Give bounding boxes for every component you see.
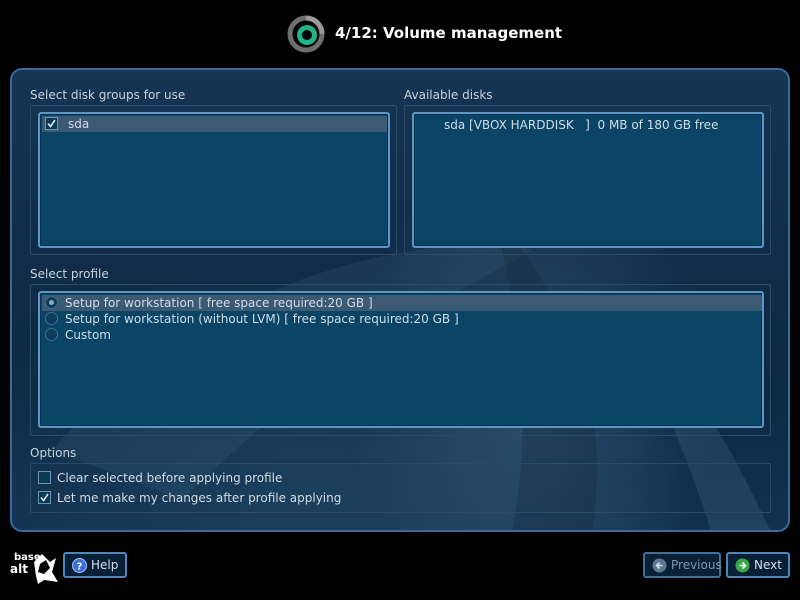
disk-groups-list[interactable]: sda [38,112,390,248]
disk-group-label: sda [68,117,90,131]
profile-list[interactable]: Setup for workstation [ free space requi… [38,291,764,428]
select-profile-label: Select profile [30,267,109,281]
profile-radio[interactable] [45,312,58,325]
help-button[interactable]: ? Help [63,552,127,578]
previous-button-label: Previous [671,558,722,572]
profile-label: Setup for workstation [ free space requi… [65,296,373,310]
header: 4/12: Volume management [0,0,800,66]
svg-text:?: ? [77,561,83,572]
previous-button[interactable]: Previous [643,552,722,578]
next-button[interactable]: Next [726,552,790,578]
basealt-logo: base alt [8,546,60,586]
disk-group-checkbox[interactable] [45,117,58,130]
help-button-label: Help [91,558,119,572]
checkmark-icon [47,119,56,128]
available-disk-label: sda [VBOX HARDDISK ] 0 MB of 180 GB free [444,118,719,132]
page-title: 4/12: Volume management [335,24,563,42]
clear-selected-checkbox[interactable] [38,471,51,484]
manual-changes-checkbox[interactable] [38,491,51,504]
arrow-right-icon [735,558,750,573]
profile-label: Custom [65,328,111,342]
options-label: Options [30,446,77,460]
installer-ring-icon [287,15,325,53]
profile-label: Setup for workstation (without LVM) [ fr… [65,312,459,326]
list-item[interactable]: Setup for workstation (without LVM) [ fr… [42,311,762,327]
list-item[interactable]: Custom [42,327,762,343]
list-item[interactable]: Setup for workstation [ free space requi… [42,295,762,311]
logo-text-alt: alt [10,562,28,576]
profile-radio[interactable] [45,328,58,341]
main-panel: Select disk groups for use sda Available… [10,68,790,532]
list-item[interactable]: sda [VBOX HARDDISK ] 0 MB of 180 GB free [416,117,761,133]
list-item[interactable]: sda [42,116,387,132]
next-button-label: Next [754,558,782,572]
help-icon: ? [72,557,87,573]
profile-radio[interactable] [45,296,58,309]
disk-groups-label: Select disk groups for use [30,88,186,102]
checkmark-icon [40,493,49,502]
available-disks-label: Available disks [404,88,493,102]
clear-selected-label: Clear selected before applying profile [57,471,283,485]
manual-changes-label: Let me make my changes after profile app… [57,491,342,505]
arrow-left-icon [652,558,667,573]
available-disks-list[interactable]: sda [VBOX HARDDISK ] 0 MB of 180 GB free [412,112,764,248]
